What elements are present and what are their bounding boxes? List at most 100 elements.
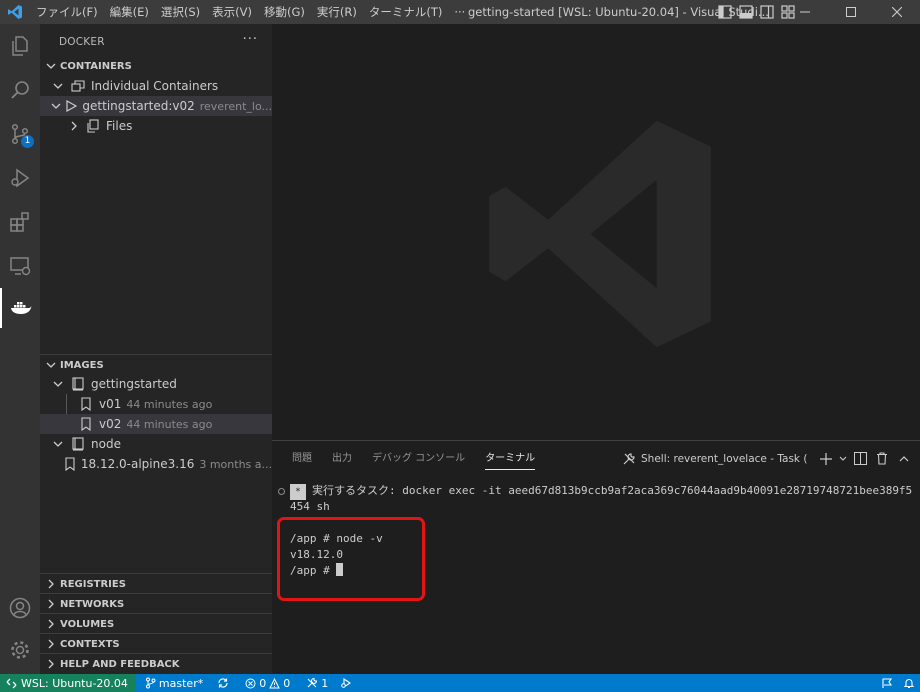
toggle-panel-icon[interactable] [738, 5, 753, 20]
chevron-right-icon [42, 639, 60, 649]
editor-area [272, 24, 920, 440]
section-help-feedback[interactable]: HELP AND FEEDBACK [40, 654, 272, 674]
section-networks[interactable]: NETWORKS [40, 594, 272, 614]
tree-item-container[interactable]: gettingstarted:v02 reverent_lo... [40, 96, 272, 116]
image-tag: v01 [99, 397, 122, 411]
sidebar-more-actions[interactable]: ··· [243, 32, 258, 47]
branch-label: master* [158, 676, 204, 690]
image-tag-desc: 3 months a... [199, 457, 272, 471]
status-bar: WSL: Ubuntu-20.04 master* 0 0 1 [0, 674, 920, 692]
manage-gear-icon[interactable] [0, 630, 40, 670]
chevron-down-icon [51, 98, 61, 114]
minimize-icon[interactable] [782, 0, 828, 24]
warning-icon [269, 677, 281, 688]
terminal-selector[interactable]: Shell: reverent_lovelace - Task ( [622, 452, 807, 466]
image-tag-desc: 44 minutes ago [126, 397, 213, 411]
terminal-line: * 実行するタスク: docker exec -it aeed67d813b9cc… [290, 483, 912, 500]
image-repo-icon [70, 436, 86, 452]
menu-run[interactable]: 実行(R) [311, 0, 363, 24]
menu-view[interactable]: 表示(V) [206, 0, 258, 24]
running-container-icon [65, 98, 78, 114]
section-label: HELP AND FEEDBACK [60, 658, 180, 670]
section-label: CONTEXTS [60, 638, 120, 650]
remote-label: WSL: Ubuntu-20.04 [21, 676, 128, 690]
section-volumes[interactable]: VOLUMES [40, 614, 272, 634]
bottom-panel: 問題 出力 デバッグ コンソール ターミナル Shell: reverent_l… [272, 440, 920, 674]
tab-output[interactable]: 出力 [332, 441, 352, 476]
tag-icon [78, 396, 94, 412]
tag-icon [78, 416, 94, 432]
chevron-right-icon [42, 659, 60, 669]
trash-icon[interactable] [871, 448, 893, 470]
tree-item-image-tag[interactable]: 18.12.0-alpine3.16 3 months a... [40, 454, 272, 474]
tree-item-image-tag[interactable]: v02 44 minutes ago [40, 414, 272, 434]
section-registries[interactable]: REGISTRIES [40, 574, 272, 594]
title-bar: ファイル(F) 編集(E) 選択(S) 表示(V) 移動(G) 実行(R) ター… [0, 0, 920, 24]
source-control-badge: 1 [21, 135, 34, 148]
status-right [876, 674, 920, 692]
close-icon[interactable] [874, 0, 920, 24]
terminal-name: Shell: reverent_lovelace - Task ( [641, 452, 808, 465]
chevron-right-icon [42, 599, 60, 609]
sync-status[interactable] [212, 677, 234, 689]
error-count: 0 [259, 676, 267, 690]
problems-status[interactable]: 0 0 [240, 677, 295, 690]
chevron-down-icon[interactable] [837, 448, 849, 470]
remote-explorer-icon[interactable] [0, 246, 40, 286]
menu-edit[interactable]: 編集(E) [104, 0, 155, 24]
error-icon [245, 678, 256, 688]
tree-item-files[interactable]: Files [40, 116, 272, 136]
section-contexts[interactable]: CONTEXTS [40, 634, 272, 654]
tree-item-image-repo[interactable]: node [40, 434, 272, 454]
tab-terminal[interactable]: ターミナル [485, 441, 536, 476]
chevron-up-icon[interactable] [893, 448, 915, 470]
menu-terminal[interactable]: ターミナル(T) [363, 0, 449, 24]
image-tag: v02 [99, 417, 122, 431]
ports-status[interactable]: 1 [301, 677, 333, 690]
maximize-icon[interactable] [828, 0, 874, 24]
search-icon[interactable] [0, 70, 40, 110]
chevron-down-icon [50, 436, 66, 452]
remote-indicator[interactable]: WSL: Ubuntu-20.04 [0, 674, 136, 692]
ports-count: 1 [321, 676, 329, 690]
split-terminal-icon[interactable] [849, 448, 871, 470]
tools-icon [623, 452, 635, 464]
debug-status[interactable] [335, 677, 357, 689]
extensions-icon[interactable] [0, 202, 40, 242]
sync-icon [218, 678, 228, 688]
tree-item-label: node [91, 437, 121, 451]
feedback-icon[interactable] [876, 677, 898, 689]
accounts-icon[interactable] [0, 588, 40, 628]
tree-item-label: Files [106, 119, 133, 133]
debug-launch-icon [341, 677, 352, 689]
toggle-secondary-sidebar-icon[interactable] [759, 5, 774, 20]
command-decoration-icon [278, 488, 285, 495]
new-terminal-icon[interactable] [815, 448, 837, 470]
close-panel-icon[interactable] [915, 448, 920, 470]
tree-item-image-tag[interactable]: v01 44 minutes ago [40, 394, 272, 414]
menu-selection[interactable]: 選択(S) [155, 0, 206, 24]
toggle-sidebar-icon[interactable] [717, 5, 732, 20]
chevron-down-icon [50, 78, 66, 94]
menu-file[interactable]: ファイル(F) [30, 0, 104, 24]
tab-debug-console[interactable]: デバッグ コンソール [372, 441, 465, 476]
window-controls [782, 0, 920, 24]
terminal-line: 454 sh [290, 500, 330, 513]
docker-icon[interactable] [0, 288, 40, 328]
explorer-icon[interactable] [0, 26, 40, 66]
panel-tabs: 問題 出力 デバッグ コンソール ターミナル [282, 441, 545, 476]
menu-go[interactable]: 移動(G) [258, 0, 311, 24]
section-containers-label: CONTAINERS [60, 60, 132, 72]
tree-item-image-repo[interactable]: gettingstarted [40, 374, 272, 394]
image-tag: 18.12.0-alpine3.16 [80, 457, 195, 471]
tree-item-individual-containers[interactable]: Individual Containers [40, 76, 272, 96]
section-images[interactable]: IMAGES [40, 355, 272, 375]
section-containers[interactable]: CONTAINERS [40, 56, 272, 76]
image-repo-icon [70, 376, 86, 392]
notifications-bell-icon[interactable] [898, 677, 920, 689]
tree-item-label: Individual Containers [91, 79, 219, 93]
branch-status[interactable]: master* [140, 677, 208, 690]
source-control-icon[interactable]: 1 [0, 114, 40, 154]
run-debug-icon[interactable] [0, 158, 40, 198]
tab-problems[interactable]: 問題 [292, 441, 312, 476]
